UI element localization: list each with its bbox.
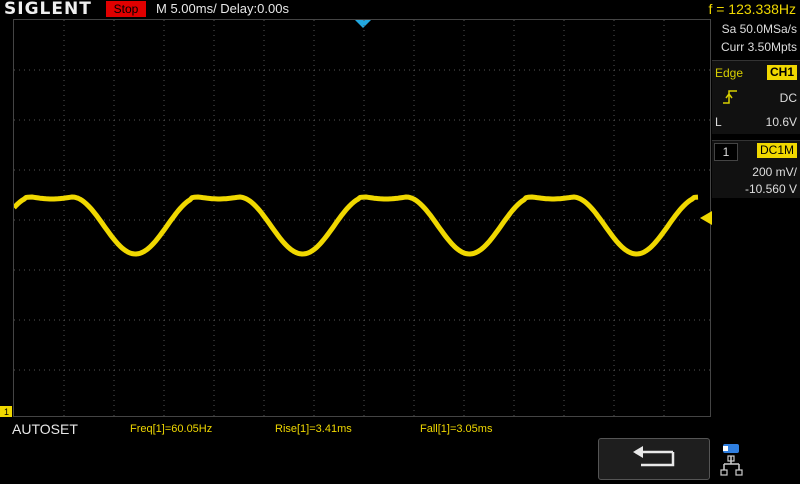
channel-1-panel[interactable]: 1 DC1M 200 mV/ -10.560 V [712,140,800,198]
right-info-panel: Sa 50.0MSa/s Curr 3.50Mpts Edge CH1 DC L… [712,18,800,436]
channel-1-trace [14,194,699,257]
measurement-fall-time[interactable]: Fall[1]=3.05ms [420,423,492,435]
autoset-status: AUTOSET [12,421,78,437]
waveform-display[interactable] [13,19,712,418]
channel-coupling: DC1M [756,143,797,158]
sample-rate: Sa 50.0MSa/s [721,22,797,36]
timebase-readout[interactable]: M 5.00ms/ Delay:0.00s [156,0,289,18]
top-status-bar: SIGLENT Stop M 5.00ms/ Delay:0.00s f = 1… [0,0,800,18]
measurement-frequency[interactable]: Freq[1]=60.05Hz [130,423,212,435]
trigger-level-value: 10.6V [765,115,797,129]
measurement-rise-time[interactable]: Rise[1]=3.41ms [275,423,352,435]
channel-number: 1 [714,143,738,161]
trigger-coupling: DC [779,91,797,105]
trigger-level-label: L [715,115,722,129]
return-arrow-icon [633,446,675,467]
frequency-counter: f = 123.338Hz [708,1,796,17]
graticule [14,20,712,418]
brand-logo: SIGLENT [4,0,92,19]
trigger-panel[interactable]: Edge CH1 DC L 10.6V [712,60,800,134]
channel-1-ground-marker-icon[interactable]: 1 [0,406,14,418]
channel-offset: -10.560 V [744,182,797,196]
run-stop-badge[interactable]: Stop [106,1,146,17]
trigger-source: CH1 [766,65,797,80]
rising-edge-icon [723,90,737,104]
channel-scale: 200 mV/ [752,165,797,179]
back-button[interactable] [598,438,710,480]
channel-marker-label: 1 [4,407,9,417]
network-icon[interactable] [720,440,748,480]
trigger-level-marker-icon[interactable] [700,211,712,225]
memory-depth: Curr 3.50Mpts [720,40,797,54]
trigger-type: Edge [715,66,744,80]
